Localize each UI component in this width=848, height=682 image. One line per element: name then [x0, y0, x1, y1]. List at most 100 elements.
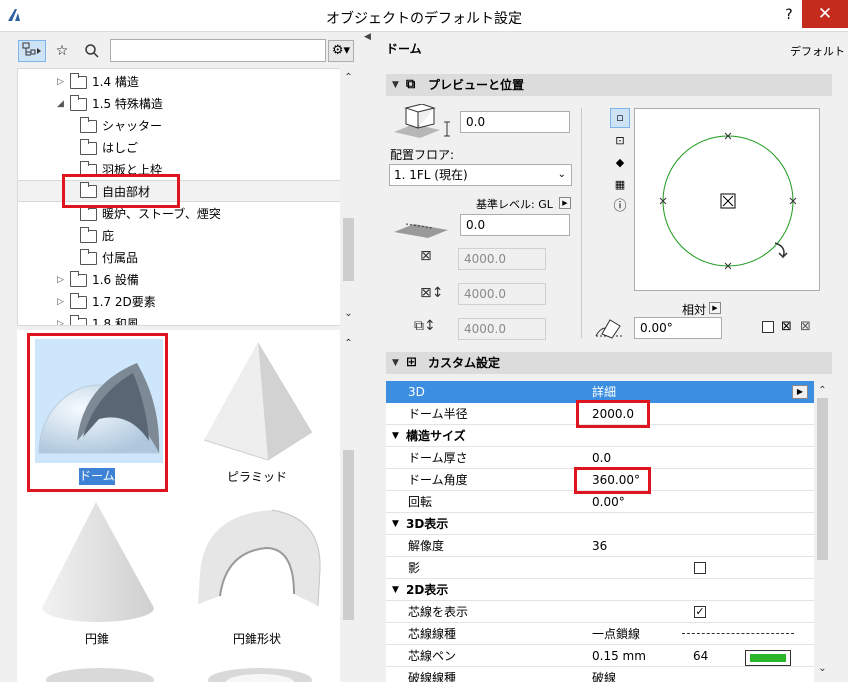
- param-group-2d-display[interactable]: ▼ 2D表示: [386, 579, 814, 601]
- folder-icon: [70, 271, 87, 287]
- tree-item[interactable]: 庇: [18, 225, 340, 247]
- cone-shape-thumbnail: [198, 509, 321, 607]
- expand-arrow-icon[interactable]: ▷: [57, 71, 64, 93]
- pen-color-swatch[interactable]: [745, 650, 791, 666]
- base-level-label: 基準レベル: GL: [476, 198, 553, 211]
- expand-arrow-icon[interactable]: ▷: [57, 313, 64, 325]
- parameter-scroll-thumb[interactable]: [817, 398, 828, 560]
- tree-item[interactable]: ▷ 1.8 和風: [18, 313, 340, 325]
- object-name: ドーム: [386, 42, 422, 56]
- folder-icon: [70, 73, 87, 89]
- collapse-panel-icon[interactable]: ◀: [364, 32, 374, 46]
- pen-color-fill: [750, 654, 786, 662]
- tree-item[interactable]: ▷ 1.6 設備: [18, 269, 340, 291]
- base-offset-input[interactable]: 0.0: [460, 214, 570, 236]
- window-title: オブジェクトのデフォルト設定: [326, 11, 522, 27]
- help-button[interactable]: ?: [778, 4, 800, 26]
- tree-view-button[interactable]: [18, 40, 46, 62]
- library-settings-button[interactable]: ⚙▾: [328, 40, 354, 62]
- tree-scrollbar[interactable]: ⌃ ⌄: [340, 68, 357, 326]
- show-core-line-checkbox[interactable]: ✓: [694, 606, 706, 618]
- folder-icon: [80, 205, 97, 221]
- preview-info-button[interactable]: ⓘ: [610, 198, 630, 218]
- info-icon: ⓘ: [613, 199, 627, 214]
- search-button[interactable]: [79, 40, 105, 62]
- base-level-menu-button[interactable]: ▶: [559, 197, 571, 209]
- section-header-preview[interactable]: ▼ ⧉ プレビューと位置: [386, 74, 832, 96]
- folder-icon: [70, 95, 87, 111]
- favorites-button[interactable]: ☆: [49, 40, 75, 62]
- tree-scroll-thumb[interactable]: [343, 218, 354, 281]
- param-group-3d-display[interactable]: ▼ 3D表示: [386, 513, 814, 535]
- section-collapse-icon[interactable]: ▼: [392, 74, 399, 96]
- highlight-box-dome: [27, 333, 168, 492]
- anchor-center-icon[interactable]: ⊠: [781, 320, 795, 334]
- folder-icon: [80, 227, 97, 243]
- star-icon: ☆: [55, 43, 69, 59]
- depth-icon: ⊠↕: [420, 285, 444, 301]
- highlight-box-angle: [574, 467, 651, 494]
- close-button[interactable]: ✕: [802, 0, 848, 28]
- group-collapse-icon[interactable]: ▼: [392, 579, 399, 601]
- folder-icon: [80, 139, 97, 155]
- param-row-dash-line-type[interactable]: 破線線種 破線: [386, 667, 814, 682]
- custom-settings-icon: ⊞: [406, 355, 417, 370]
- expand-arrow-icon[interactable]: ▷: [57, 291, 64, 313]
- cube-icon: ◆: [615, 156, 625, 169]
- scroll-up-icon[interactable]: ⌃: [340, 338, 357, 349]
- gallery-scroll-thumb[interactable]: [343, 450, 354, 620]
- side-view-icon: ⊡: [615, 134, 625, 147]
- preview-top-view-button[interactable]: ▫: [610, 108, 630, 128]
- group-collapse-icon[interactable]: ▼: [392, 425, 399, 447]
- gallery-label-pyramid[interactable]: ピラミッド: [182, 468, 332, 485]
- preview-position-icon: ⧉: [406, 77, 416, 92]
- scroll-up-icon[interactable]: ⌃: [814, 385, 831, 396]
- offset-input[interactable]: 0.0: [460, 111, 570, 133]
- scroll-up-icon[interactable]: ⌃: [340, 72, 357, 83]
- scroll-down-icon[interactable]: ⌄: [814, 663, 831, 674]
- rotation-angle-input[interactable]: 0.00°: [634, 317, 722, 339]
- anchor-dashed-icon[interactable]: ⊠: [800, 320, 814, 334]
- expand-arrow-icon[interactable]: ▷: [57, 269, 64, 291]
- group-collapse-icon[interactable]: ▼: [392, 513, 399, 535]
- gallery-label-cone[interactable]: 円錐: [22, 630, 172, 647]
- folder-icon: [70, 293, 87, 309]
- anchor-none-checkbox[interactable]: [762, 321, 774, 333]
- base-level-icon: [394, 223, 448, 238]
- width-input: 4000.0: [458, 248, 546, 270]
- tree-item[interactable]: ◢ 1.5 特殊構造: [18, 93, 340, 115]
- tree-item[interactable]: はしご: [18, 137, 340, 159]
- gallery-label-cone-shape[interactable]: 円錐形状: [182, 630, 332, 647]
- preview-3d-view-button[interactable]: ◆: [610, 154, 630, 174]
- param-row-show-core-line[interactable]: 芯線を表示 ✓: [386, 601, 814, 623]
- preview-window[interactable]: [634, 108, 820, 291]
- section-header-custom[interactable]: ▼ ⊞ カスタム設定: [386, 352, 832, 374]
- default-label: デフォルト: [790, 45, 845, 58]
- preview-side-view-button[interactable]: ⊡: [610, 132, 630, 152]
- param-row-rotation[interactable]: 回転 0.00°: [386, 491, 814, 513]
- tree-item[interactable]: ▷ 1.7 2D要素: [18, 291, 340, 313]
- param-row-core-line-type[interactable]: 芯線線種 一点鎖線: [386, 623, 814, 645]
- preview-film-button[interactable]: ▦: [610, 176, 630, 196]
- param-row-shadow[interactable]: 影: [386, 557, 814, 579]
- scroll-down-icon[interactable]: ⌄: [340, 308, 357, 319]
- gear-icon: ⚙▾: [331, 43, 351, 58]
- shadow-checkbox[interactable]: [694, 562, 706, 574]
- param-row-resolution[interactable]: 解像度 36: [386, 535, 814, 557]
- param-group-structure-size[interactable]: ▼ 構造サイズ: [386, 425, 814, 447]
- section-collapse-icon[interactable]: ▼: [392, 352, 399, 374]
- search-icon: [85, 44, 99, 58]
- square-icon: ▫: [616, 111, 624, 124]
- param-menu-button[interactable]: ▶: [792, 385, 808, 399]
- home-floor-select[interactable]: 1. 1FL (現在) ⌄: [389, 164, 572, 186]
- tree-item[interactable]: ▷ 1.4 構造: [18, 71, 340, 93]
- collapse-arrow-icon[interactable]: ◢: [57, 93, 64, 115]
- tree-item[interactable]: シャッター: [18, 115, 340, 137]
- param-row-dome-thickness[interactable]: ドーム厚さ 0.0: [386, 447, 814, 469]
- rotation-angle-icon: [595, 319, 622, 339]
- tree-item[interactable]: 付属品: [18, 247, 340, 269]
- search-input[interactable]: [110, 39, 326, 62]
- relative-menu-button[interactable]: ▶: [709, 302, 721, 314]
- folder-icon: [80, 117, 97, 133]
- film-icon: ▦: [614, 178, 626, 191]
